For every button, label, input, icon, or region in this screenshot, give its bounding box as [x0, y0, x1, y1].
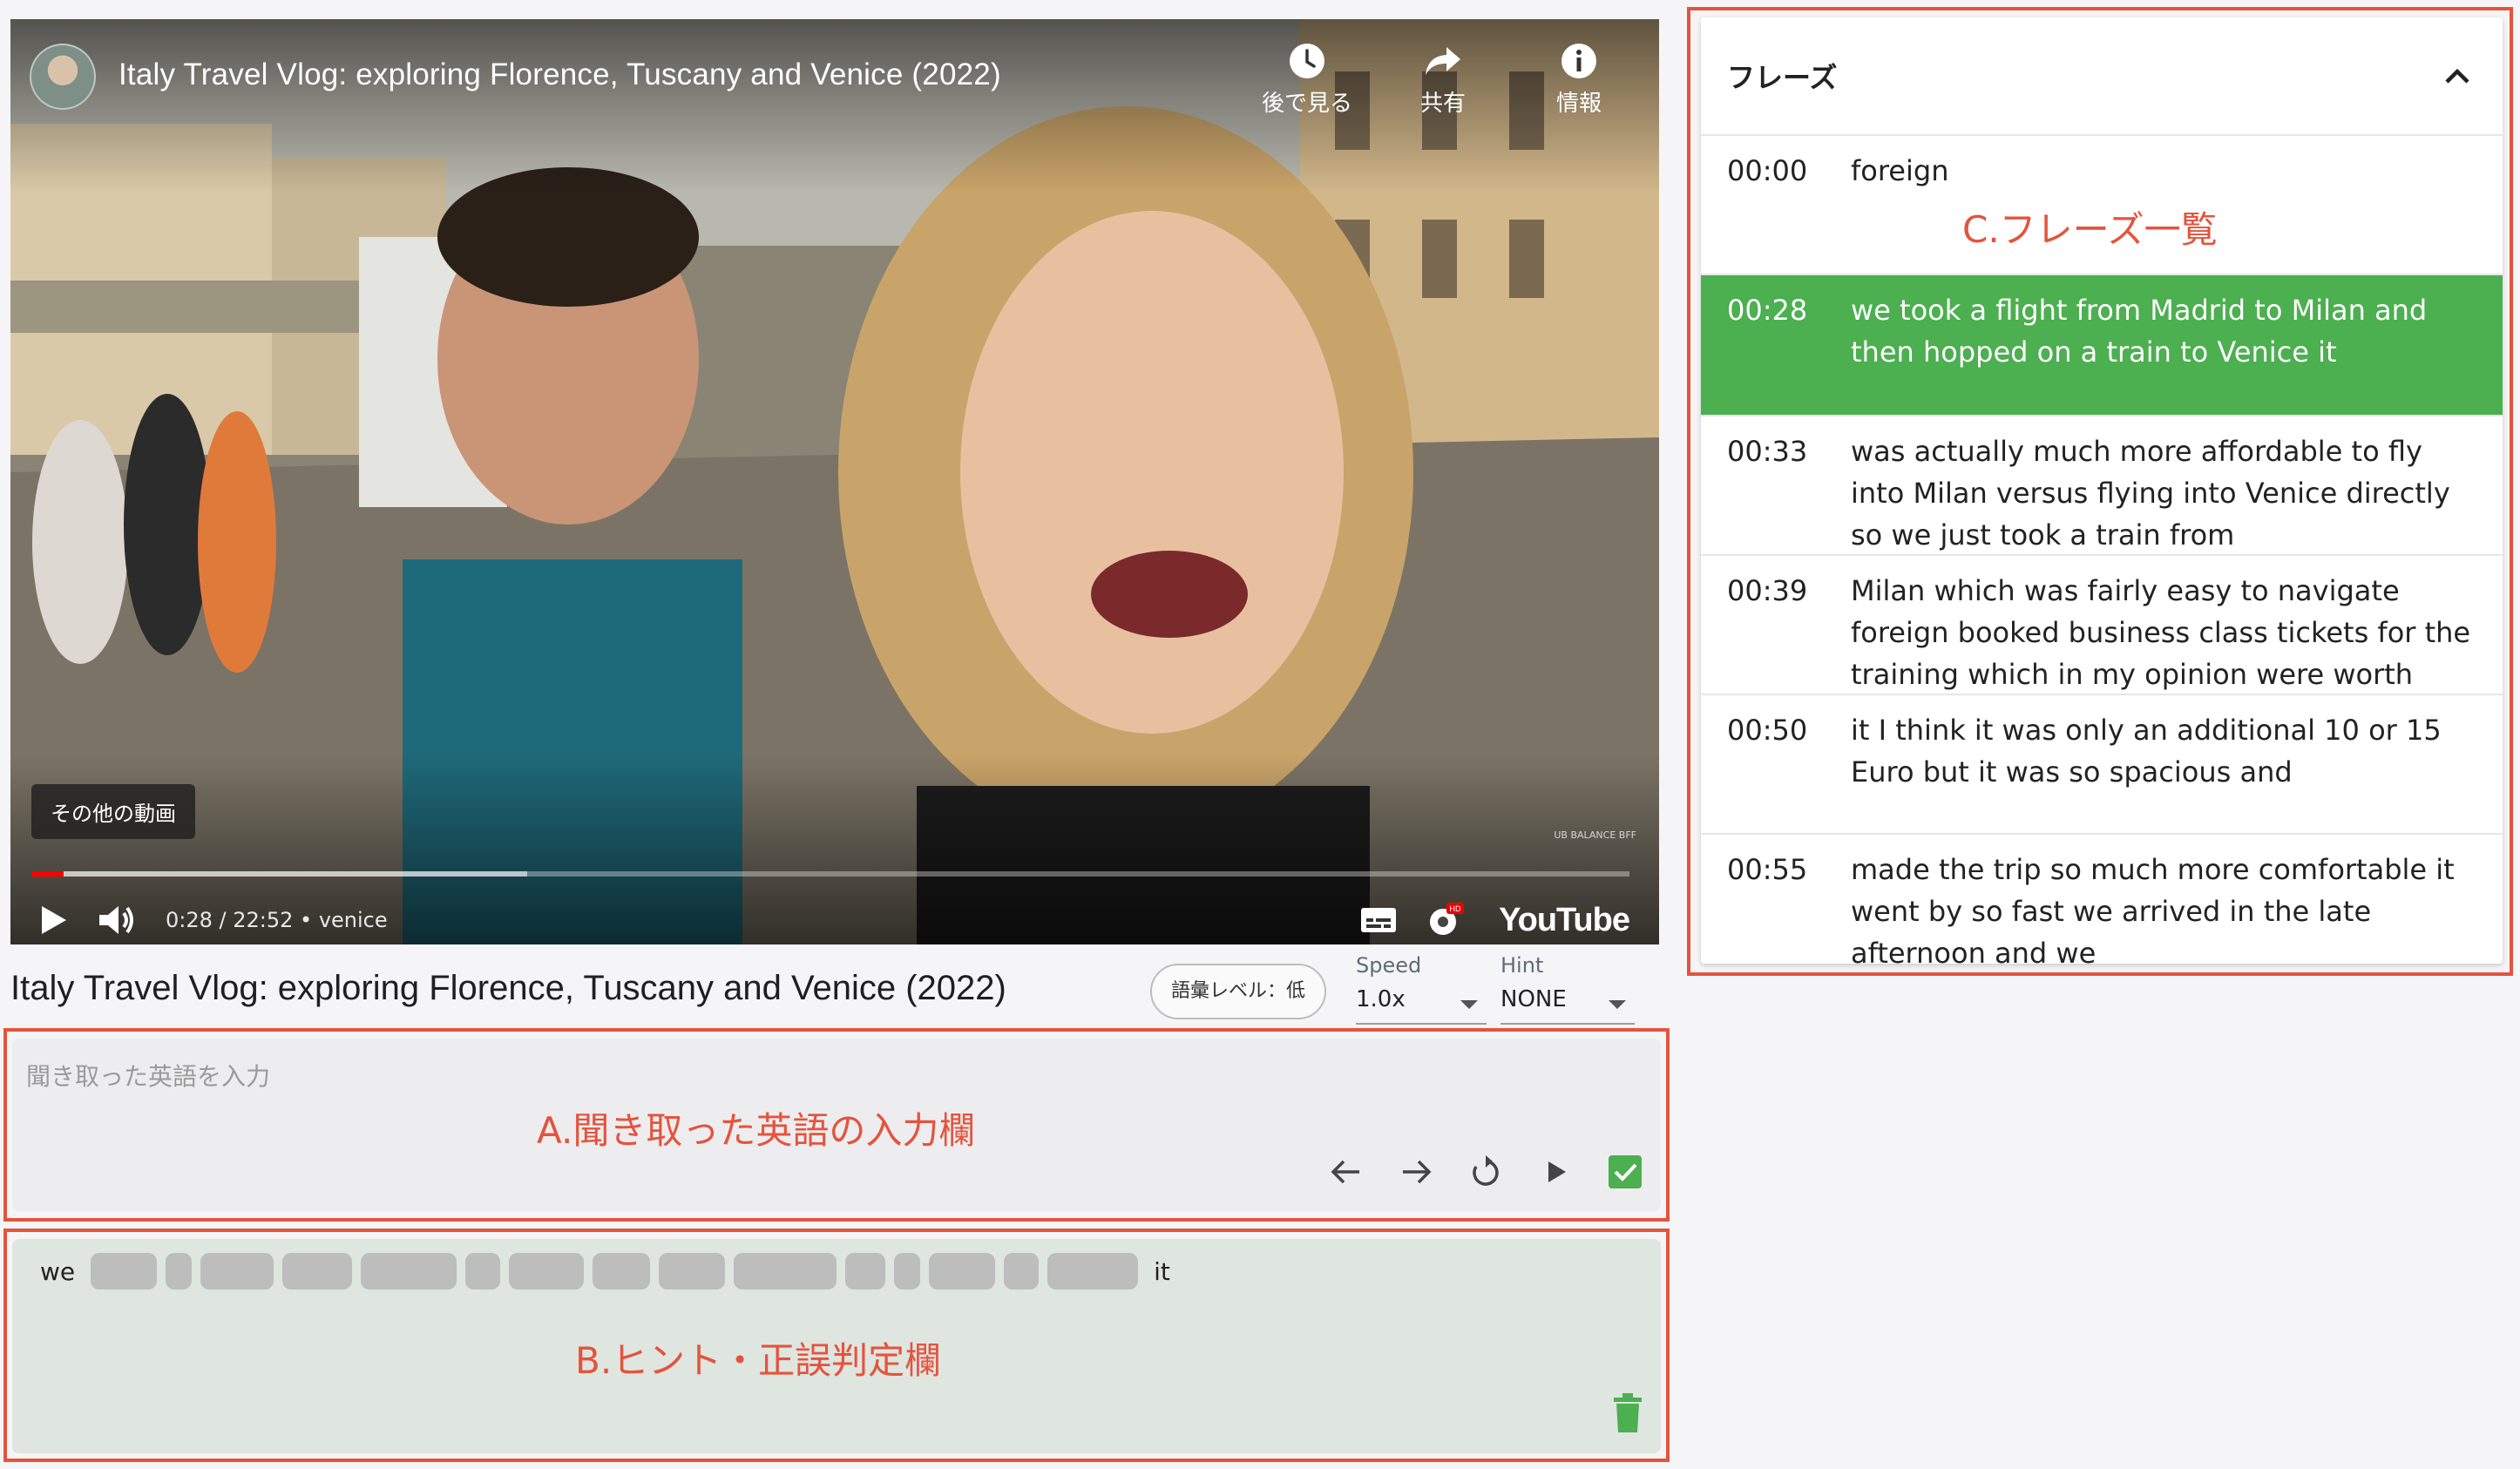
svg-text:HD: HD	[1450, 904, 1461, 913]
info-label: 情報	[1555, 91, 1602, 117]
settings-gear-icon[interactable]: HD	[1422, 899, 1465, 941]
youtube-logo[interactable]: YouTube	[1499, 902, 1630, 939]
annotation-box-c	[1687, 7, 2513, 976]
info-button[interactable]: 情報	[1528, 42, 1629, 118]
player-controls: 0:28 / 22:52 • venice HD YouTube	[31, 894, 1630, 944]
clock-icon	[1290, 44, 1324, 78]
share-icon	[1426, 47, 1460, 75]
hint-value: NONE	[1500, 986, 1635, 1025]
progress-bar[interactable]	[31, 871, 1629, 877]
video-watermark: UB BALANCE BFF	[1554, 829, 1636, 841]
chevron-down-icon	[1609, 1000, 1626, 1009]
video-player[interactable]: Italy Travel Vlog: exploring Florence, T…	[10, 19, 1659, 944]
channel-avatar[interactable]	[30, 44, 96, 110]
info-icon	[1561, 44, 1596, 78]
share-label: 共有	[1419, 91, 1466, 117]
subtitles-icon[interactable]	[1358, 899, 1399, 941]
play-icon[interactable]	[31, 899, 73, 941]
time-readout: 0:28 / 22:52 • venice	[166, 908, 388, 932]
video-title[interactable]: Italy Travel Vlog: exploring Florence, T…	[119, 58, 1001, 92]
watch-later-button[interactable]: 後で見る	[1257, 42, 1358, 118]
more-videos-button[interactable]: その他の動画	[31, 784, 195, 839]
hint-label: Hint	[1500, 953, 1544, 978]
chevron-down-icon	[1460, 1000, 1478, 1009]
speed-label: Speed	[1356, 953, 1422, 978]
hint-select[interactable]: Hint NONE	[1500, 953, 1635, 1025]
video-top-actions: 後で見る 共有 情報	[1257, 42, 1629, 118]
page-title: Italy Travel Vlog: exploring Florence, T…	[10, 969, 1006, 1007]
speed-value: 1.0x	[1356, 986, 1487, 1025]
annotation-box-a	[3, 1028, 1670, 1222]
annotation-box-b	[3, 1229, 1670, 1462]
progress-buffer	[31, 871, 527, 877]
progress-played	[31, 871, 64, 877]
vocab-level-chip[interactable]: 語彙レベル：低	[1150, 964, 1327, 1019]
volume-icon[interactable]	[96, 899, 138, 941]
speed-select[interactable]: Speed 1.0x	[1356, 953, 1487, 1025]
share-button[interactable]: 共有	[1392, 42, 1494, 118]
watch-later-label: 後で見る	[1261, 91, 1352, 117]
